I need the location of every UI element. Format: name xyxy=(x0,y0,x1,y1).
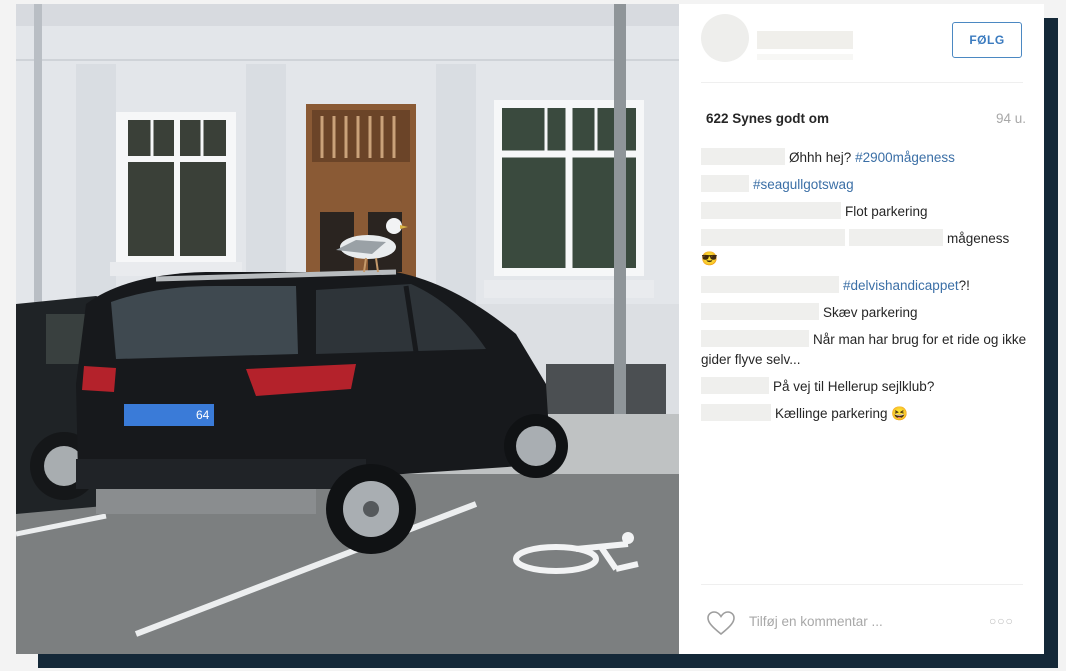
comment-text: Kællinge parkering 😆 xyxy=(775,406,909,421)
hashtag-link[interactable]: #2900mågeness xyxy=(855,150,955,165)
likes-count[interactable]: 622 Synes godt om xyxy=(706,111,829,126)
comment-item: mågeness 😎 xyxy=(701,229,1031,269)
comment-username-redacted[interactable] xyxy=(701,175,749,192)
comment-item: Når man har brug for et ride og ikke gid… xyxy=(701,330,1031,370)
heart-icon[interactable] xyxy=(706,610,736,636)
comment-username-redacted[interactable] xyxy=(701,229,845,246)
comment-item: #delvishandicappet?! xyxy=(701,276,1031,296)
comment-username-redacted[interactable] xyxy=(701,276,839,293)
comment-text-redacted xyxy=(849,229,943,246)
more-options-icon[interactable]: ○○○ xyxy=(989,614,1014,628)
comment-text: På vej til Hellerup sejlklub? xyxy=(773,379,935,394)
comment-item: Flot parkering xyxy=(701,202,1031,222)
username-redacted[interactable] xyxy=(757,31,853,49)
comment-item: Kællinge parkering 😆 xyxy=(701,404,1031,424)
follow-button[interactable]: FØLG xyxy=(952,22,1022,58)
post-card: 64 FØLG 622 Synes godt om 94 u. Øhhh hej… xyxy=(16,4,1044,654)
comment-text: Flot parkering xyxy=(845,204,928,219)
comment-username-redacted[interactable] xyxy=(701,330,809,347)
photo-illustration xyxy=(16,4,679,654)
comment-username-redacted[interactable] xyxy=(701,377,769,394)
comment-item: Øhhh hej? #2900mågeness xyxy=(701,148,1031,168)
emoji-sunglasses-icon: 😎 xyxy=(701,251,718,266)
comment-item: Skæv parkering xyxy=(701,303,1031,323)
comment-item: #seagullgotswag xyxy=(701,175,1031,195)
location-redacted xyxy=(757,54,853,60)
hashtag-link[interactable]: #seagullgotswag xyxy=(753,177,854,192)
comment-username-redacted[interactable] xyxy=(701,148,785,165)
comment-username-redacted[interactable] xyxy=(701,202,841,219)
comment-text: ?! xyxy=(958,278,970,293)
hashtag-link[interactable]: #delvishandicappet xyxy=(843,278,959,293)
comment-footer: Tilføj en kommentar ... ○○○ xyxy=(679,584,1044,654)
comments-list: Øhhh hej? #2900mågeness #seagullgotswag … xyxy=(701,148,1031,431)
comment-text: Skæv parkering xyxy=(823,305,918,320)
post-timestamp[interactable]: 94 u. xyxy=(996,111,1026,126)
avatar[interactable] xyxy=(701,14,749,62)
license-plate-suffix: 64 xyxy=(196,408,210,422)
post-header: FØLG xyxy=(679,4,1044,82)
likes-row: 622 Synes godt om 94 u. xyxy=(706,108,1026,128)
comment-username-redacted[interactable] xyxy=(701,303,819,320)
comment-text: mågeness xyxy=(947,231,1010,246)
comment-username-redacted[interactable] xyxy=(701,404,771,421)
post-photo[interactable]: 64 xyxy=(16,4,679,654)
post-details-panel: FØLG 622 Synes godt om 94 u. Øhhh hej? #… xyxy=(679,4,1044,654)
header-divider xyxy=(701,82,1023,83)
comment-item: På vej til Hellerup sejlklub? xyxy=(701,377,1031,397)
comment-text: Øhhh hej? xyxy=(789,150,852,165)
add-comment-input[interactable]: Tilføj en kommentar ... xyxy=(749,614,883,629)
